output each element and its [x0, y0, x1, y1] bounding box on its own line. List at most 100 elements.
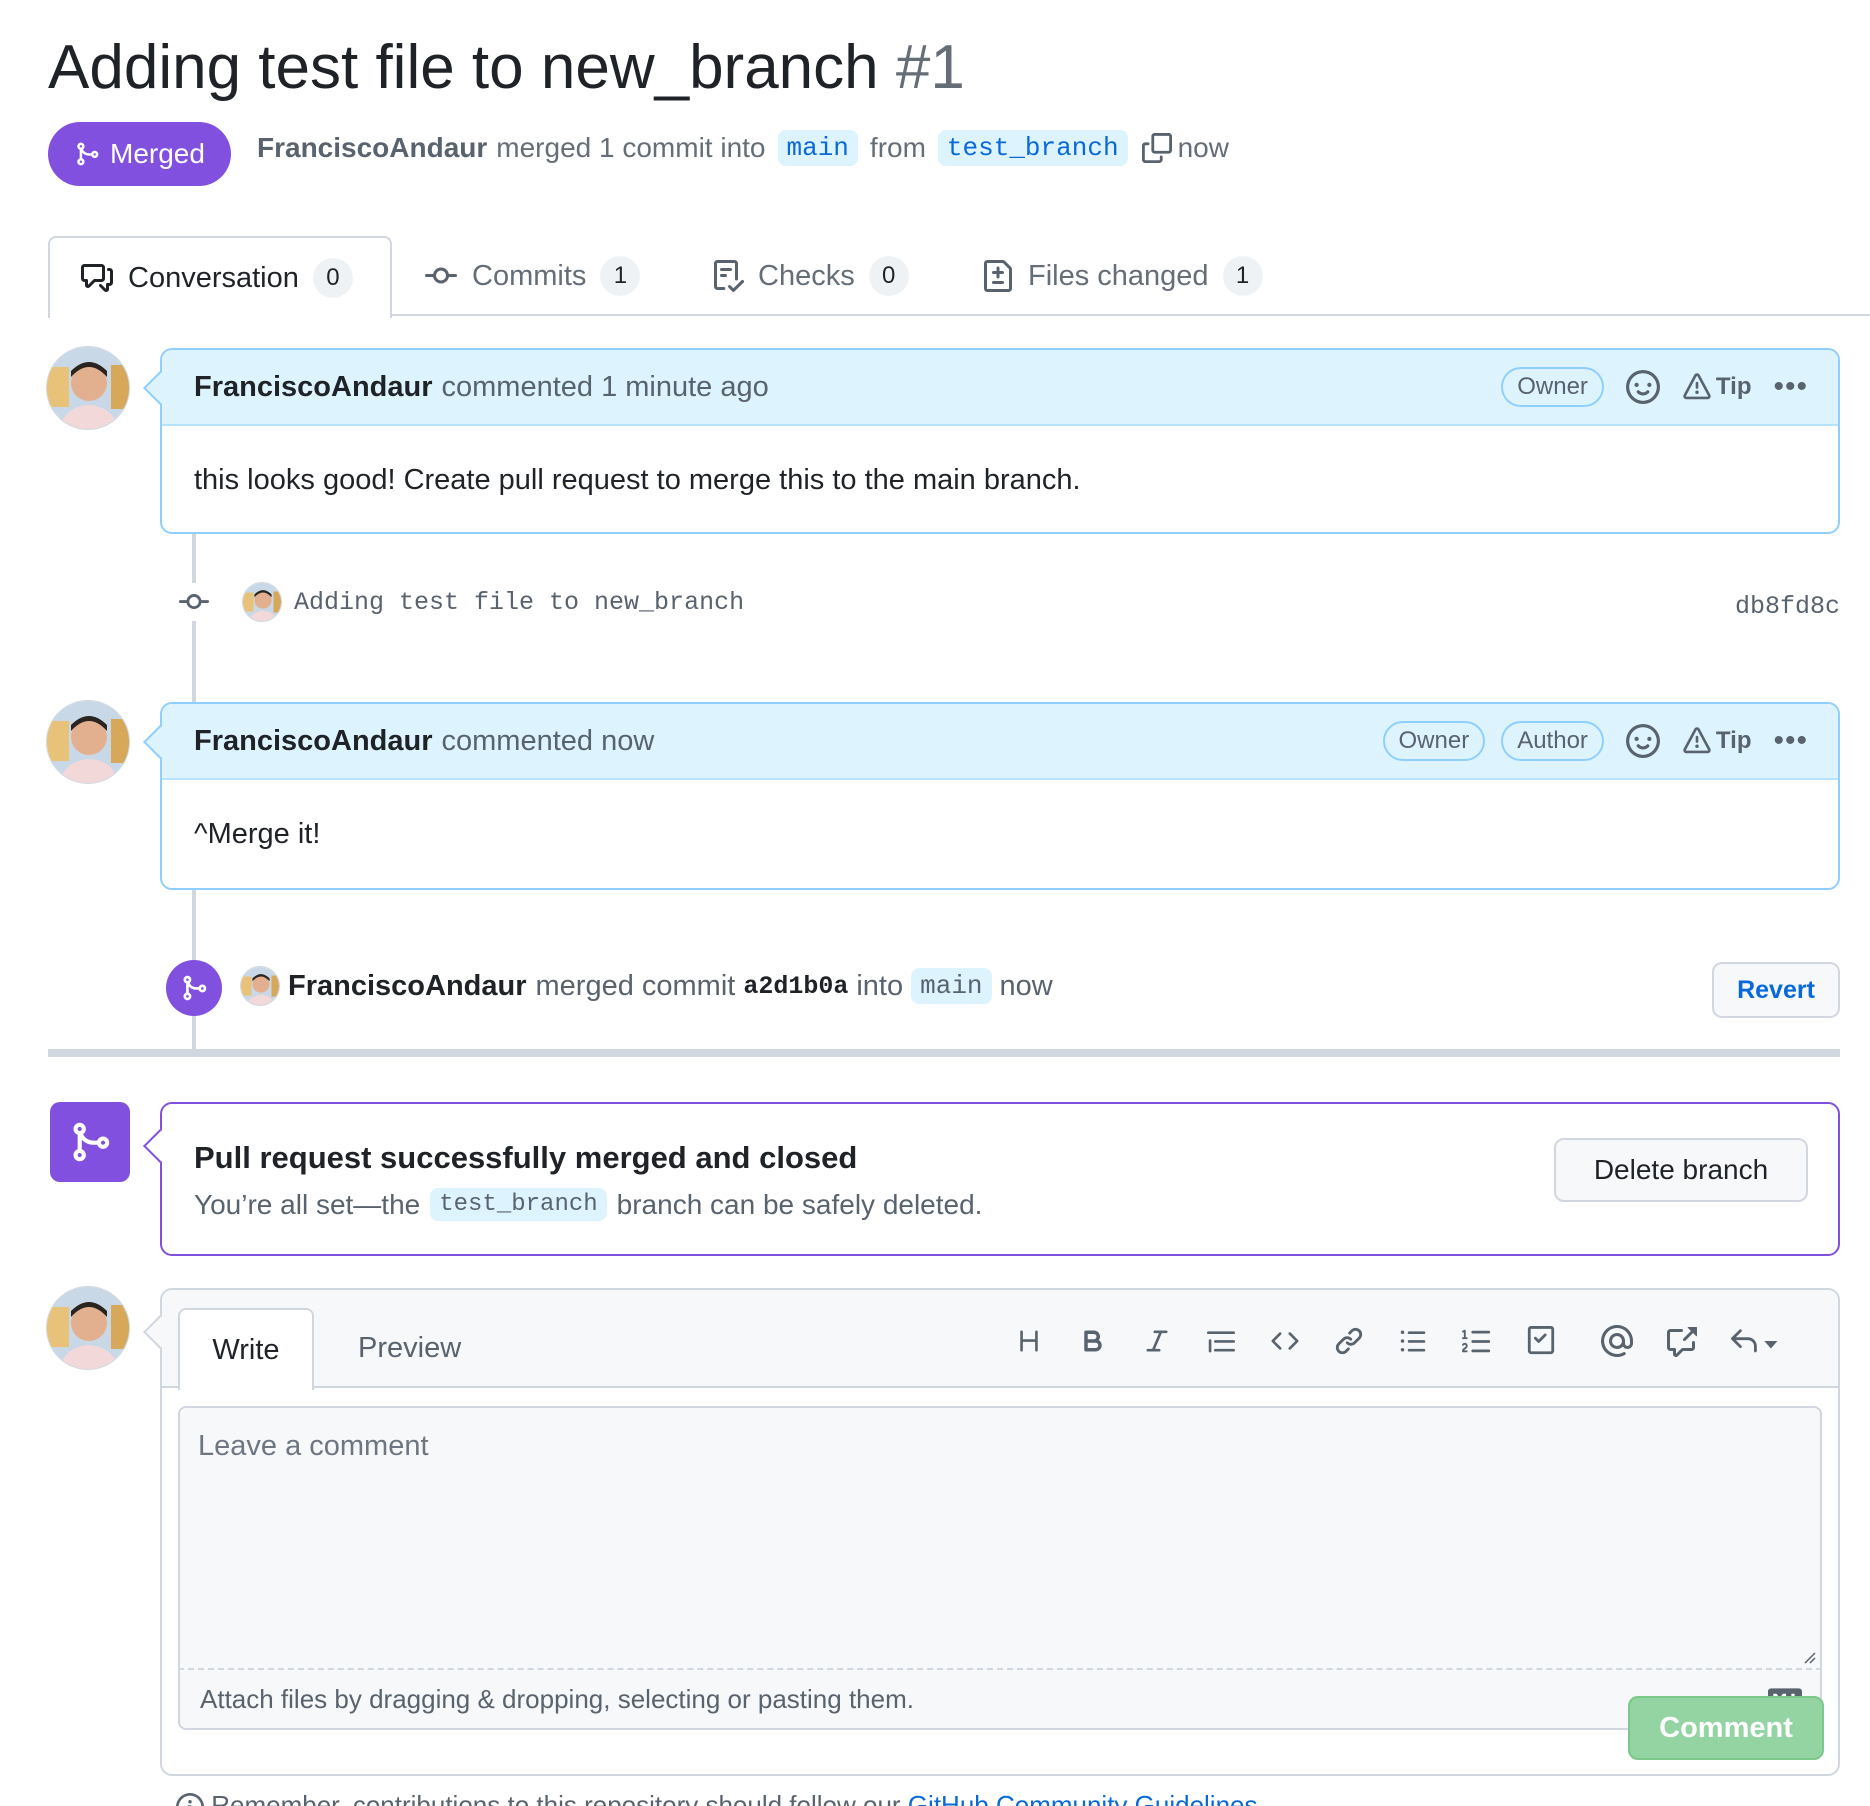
- owner-badge: Owner: [1382, 721, 1486, 761]
- copilot-tip-button[interactable]: Tip: [1682, 727, 1752, 755]
- file-diff-icon: [982, 259, 1014, 293]
- cross-reference-icon[interactable]: [1660, 1320, 1702, 1362]
- comment-submit-button[interactable]: Comment: [1628, 1696, 1824, 1760]
- merged-title: Pull request successfully merged and clo…: [194, 1140, 858, 1175]
- comment-body: ^Merge it!: [194, 818, 321, 850]
- revert-button[interactable]: Revert: [1712, 962, 1840, 1018]
- merge-time[interactable]: now: [1000, 970, 1053, 1003]
- base-branch-ref[interactable]: main: [777, 130, 858, 166]
- comment-placeholder: Leave a comment: [198, 1430, 429, 1462]
- comment-author[interactable]: FranciscoAndaur: [194, 371, 433, 404]
- kebab-menu-icon[interactable]: •••: [1773, 370, 1808, 404]
- merged-subtitle: You’re all set—the test_branch branch ca…: [194, 1188, 982, 1221]
- tab-files-changed[interactable]: Files changed 1: [982, 236, 1263, 316]
- merged-state-badge: Merged: [48, 122, 231, 186]
- comment-card: FranciscoAndaur commented now Owner Auth…: [143, 702, 1840, 890]
- tab-conversation-label: Conversation: [128, 261, 299, 294]
- timeline-divider: [48, 1049, 1840, 1057]
- from-text: from: [869, 132, 926, 163]
- saved-replies-icon[interactable]: [1724, 1320, 1784, 1362]
- commit-row: Adding test file to new_branch: [176, 582, 744, 622]
- owner-badge: Owner: [1501, 367, 1604, 407]
- avatar[interactable]: [240, 966, 280, 1006]
- comment-header: FranciscoAndaur commented now Owner Auth…: [162, 704, 1838, 780]
- tab-conversation[interactable]: Conversation 0: [48, 236, 392, 318]
- checklist-icon: [712, 259, 744, 293]
- italic-icon[interactable]: [1136, 1320, 1178, 1362]
- git-merge-icon: [180, 974, 208, 1002]
- tab-preview[interactable]: Preview: [358, 1308, 461, 1388]
- tab-commits-count: 1: [600, 256, 641, 296]
- info-icon: [176, 1793, 204, 1806]
- tab-commits-label: Commits: [472, 259, 587, 292]
- tip-label: Tip: [1715, 373, 1752, 400]
- guidelines-link[interactable]: GitHub Community Guidelines: [908, 1790, 1258, 1806]
- kebab-menu-icon[interactable]: •••: [1773, 724, 1808, 758]
- merge-base-branch-ref[interactable]: main: [911, 968, 992, 1004]
- tab-commits[interactable]: Commits 1: [424, 236, 641, 316]
- tab-files-changed-count: 1: [1222, 256, 1263, 296]
- merged-sub-after: branch can be safely deleted.: [616, 1188, 983, 1220]
- link-icon[interactable]: [1328, 1320, 1370, 1362]
- quote-icon[interactable]: [1200, 1320, 1242, 1362]
- into-text: into: [856, 969, 904, 1002]
- merged-sub-before: You’re all set—the: [194, 1188, 421, 1220]
- bold-icon[interactable]: [1072, 1320, 1114, 1362]
- attach-files-bar[interactable]: Attach files by dragging & dropping, sel…: [178, 1668, 1822, 1730]
- comment-textarea[interactable]: Leave a comment: [178, 1406, 1822, 1668]
- git-commit-icon: [424, 260, 458, 292]
- pr-title: Adding test file to new_branch: [48, 33, 879, 102]
- comment-timestamp[interactable]: commented now: [442, 725, 655, 758]
- guidelines-text: Remember, contributions to this reposito…: [211, 1790, 901, 1806]
- merge-commit-sha-link[interactable]: a2d1b0a: [743, 972, 848, 1001]
- code-icon[interactable]: [1264, 1320, 1306, 1362]
- tip-label: Tip: [1715, 727, 1752, 754]
- state-label: Merged: [110, 138, 205, 169]
- avatar[interactable]: [242, 582, 282, 622]
- mention-icon[interactable]: [1596, 1320, 1638, 1362]
- comment-timestamp[interactable]: commented 1 minute ago: [442, 371, 769, 404]
- copilot-tip-button[interactable]: Tip: [1682, 373, 1752, 401]
- ordered-list-icon[interactable]: [1456, 1320, 1498, 1362]
- avatar[interactable]: [46, 700, 130, 784]
- smiley-icon[interactable]: [1625, 370, 1660, 404]
- task-list-icon[interactable]: [1520, 1320, 1562, 1362]
- commit-sha-link[interactable]: db8fd8c: [1735, 592, 1840, 621]
- merge-event-node: [166, 960, 222, 1016]
- git-commit-icon: [176, 583, 212, 621]
- merged-box-caret: [143, 1129, 177, 1163]
- pr-author-link[interactable]: FranciscoAndaur: [257, 132, 487, 164]
- head-branch-ref[interactable]: test_branch: [937, 130, 1128, 166]
- pr-time: now: [1177, 132, 1229, 163]
- pr-meta: FranciscoAndaur merged 1 commit into mai…: [257, 130, 1229, 166]
- author-badge: Author: [1501, 721, 1604, 761]
- merged-status-box: Pull request successfully merged and clo…: [143, 1102, 1840, 1256]
- merge-event: FranciscoAndaur merged commit a2d1b0a in…: [240, 966, 1053, 1006]
- tab-checks[interactable]: Checks 0: [712, 236, 909, 316]
- delete-branch-button[interactable]: Delete branch: [1554, 1138, 1808, 1202]
- pr-summary: merged 1 commit into: [496, 132, 766, 163]
- copy-icon[interactable]: [1141, 133, 1172, 163]
- comment-header: FranciscoAndaur commented 1 minute ago O…: [162, 350, 1838, 426]
- tab-write[interactable]: Write: [178, 1308, 314, 1390]
- comment-editor: Write Preview Leave a comment Attach fil…: [143, 1288, 1840, 1776]
- merged-branch-ref[interactable]: test_branch: [430, 1188, 607, 1221]
- smiley-icon[interactable]: [1625, 724, 1660, 758]
- comment-author[interactable]: FranciscoAndaur: [194, 725, 433, 758]
- attach-files-text: Attach files by dragging & dropping, sel…: [200, 1683, 914, 1714]
- merged-status-icon: [50, 1102, 130, 1182]
- avatar[interactable]: [46, 1286, 130, 1370]
- merge-author-link[interactable]: FranciscoAndaur: [288, 970, 527, 1003]
- merge-text: merged commit: [535, 969, 736, 1002]
- git-merge-icon: [68, 1119, 112, 1165]
- git-merge-icon: [74, 140, 100, 168]
- unordered-list-icon[interactable]: [1392, 1320, 1434, 1362]
- resize-handle-icon[interactable]: [1800, 1648, 1816, 1664]
- avatar[interactable]: [46, 346, 130, 430]
- heading-icon[interactable]: [1008, 1320, 1050, 1362]
- comment-discussion-icon: [80, 262, 114, 294]
- commit-message-link[interactable]: Adding test file to new_branch: [294, 588, 744, 617]
- tab-files-changed-label: Files changed: [1028, 259, 1209, 292]
- tab-checks-count: 0: [868, 256, 909, 296]
- tab-checks-label: Checks: [758, 259, 855, 292]
